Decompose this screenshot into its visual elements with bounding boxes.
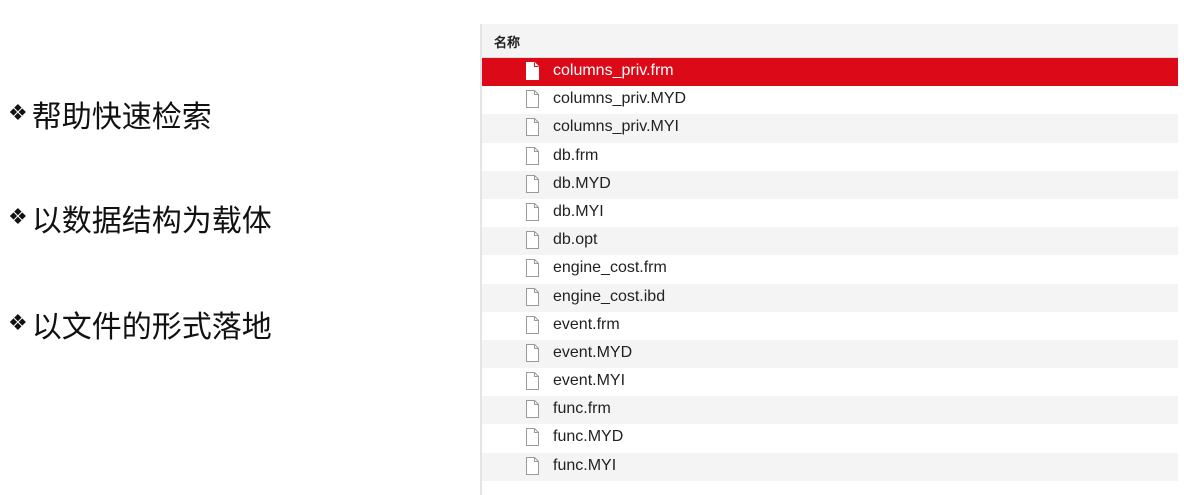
file-name: columns_priv.MYI	[553, 118, 679, 136]
file-row[interactable]: columns_priv.frm	[480, 58, 1178, 87]
diamond-bullet-icon: ❖	[8, 205, 28, 230]
document-icon	[526, 146, 539, 165]
file-list-panel: 名称 columns_priv.frm columns_priv.MYD colum…	[480, 24, 1178, 495]
bullet-list: ❖ 帮助快速检索 ❖ 以数据结构为载体 ❖ 以文件的形式落地	[8, 0, 448, 495]
diamond-bullet-icon: ❖	[8, 101, 28, 126]
bullet-text: 以文件的形式落地	[31, 310, 272, 345]
file-name: func.MYD	[553, 428, 624, 446]
file-name: columns_priv.frm	[553, 62, 674, 79]
file-row[interactable]: func.MYD	[480, 424, 1178, 452]
bullet-text: 帮助快速检索	[31, 100, 212, 135]
document-icon	[526, 400, 539, 419]
document-icon	[526, 90, 539, 109]
document-icon	[526, 287, 539, 306]
file-row[interactable]: db.frm	[480, 143, 1178, 171]
file-name: func.frm	[553, 400, 611, 418]
bullet-item: ❖ 以文件的形式落地	[8, 302, 272, 346]
file-row[interactable]: event.MYD	[480, 339, 1178, 369]
document-icon	[526, 174, 539, 193]
file-name: db.frm	[553, 146, 599, 164]
file-row[interactable]: func.MYI	[480, 452, 1178, 481]
document-icon	[526, 259, 539, 278]
document-icon	[526, 62, 539, 80]
bullet-item: ❖ 以数据结构为载体	[8, 196, 272, 240]
file-row[interactable]: db.MYI	[480, 199, 1178, 227]
file-name: event.frm	[553, 315, 620, 333]
file-row[interactable]: columns_priv.MYI	[480, 114, 1178, 143]
file-row[interactable]: event.frm	[480, 312, 1178, 340]
file-name: db.MYI	[553, 202, 604, 220]
file-name: engine_cost.frm	[553, 259, 667, 277]
bullet-item: ❖ 帮助快速检索	[8, 92, 212, 136]
file-row[interactable]: engine_cost.ibd	[480, 283, 1178, 312]
file-row[interactable]: event.MYI	[480, 368, 1178, 396]
file-rows: columns_priv.frm columns_priv.MYD columns_…	[480, 58, 1178, 481]
file-name: func.MYI	[553, 456, 617, 474]
document-icon	[526, 202, 539, 221]
file-name: columns_priv.MYD	[553, 90, 687, 108]
column-header-name[interactable]: 名称	[480, 24, 1178, 58]
file-row[interactable]: db.MYD	[480, 170, 1178, 199]
document-icon	[526, 372, 539, 391]
file-name: event.MYI	[553, 372, 626, 390]
file-name: event.MYD	[553, 343, 633, 361]
file-name: db.MYD	[553, 174, 611, 192]
document-icon	[526, 343, 539, 362]
file-name: db.opt	[553, 231, 598, 249]
file-row[interactable]: columns_priv.MYD	[480, 86, 1178, 114]
file-row[interactable]: engine_cost.frm	[480, 255, 1178, 283]
file-name: engine_cost.ibd	[553, 287, 666, 305]
bullet-text: 以数据结构为载体	[31, 204, 272, 239]
document-icon	[526, 428, 539, 447]
file-row[interactable]: func.frm	[480, 396, 1178, 425]
document-icon	[526, 315, 539, 334]
file-row[interactable]: db.opt	[480, 227, 1178, 256]
panel-divider	[480, 24, 482, 495]
diamond-bullet-icon: ❖	[8, 311, 28, 336]
document-icon	[526, 456, 539, 475]
document-icon	[526, 118, 539, 137]
column-header-label: 名称	[494, 36, 521, 51]
document-icon	[526, 231, 539, 250]
